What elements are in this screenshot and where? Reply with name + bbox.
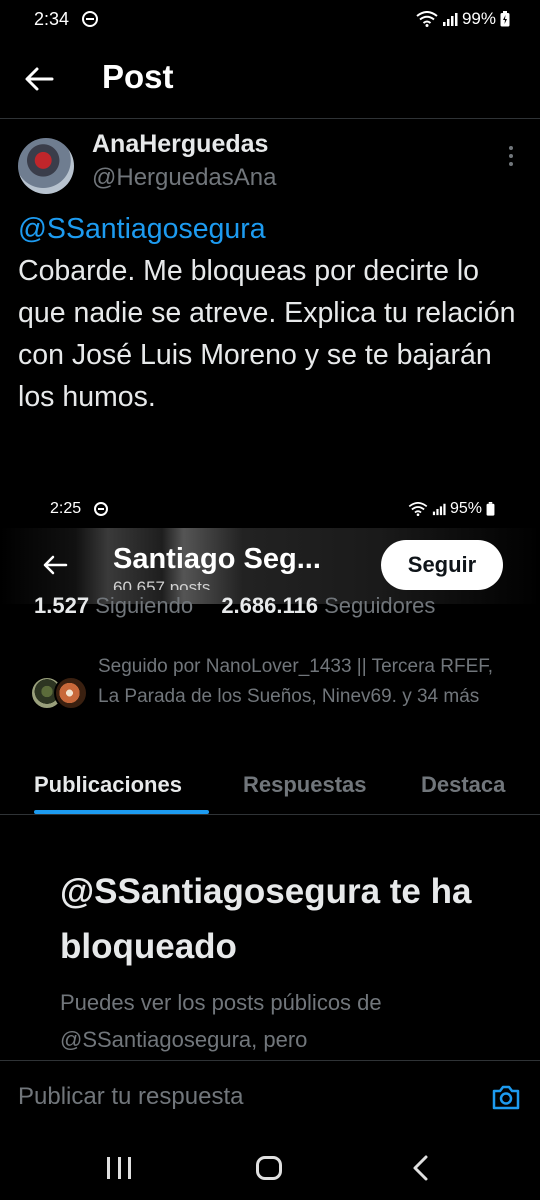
follow-button: Seguir xyxy=(381,540,503,590)
more-options-icon[interactable] xyxy=(506,146,516,170)
wifi-icon xyxy=(416,11,438,27)
signal-icon xyxy=(442,13,458,26)
status-time: 2:34 xyxy=(34,9,70,29)
home-icon[interactable] xyxy=(256,1156,282,1180)
followers-label: Seguidores xyxy=(324,593,436,618)
following-count: 1.527 xyxy=(34,593,90,618)
do-not-disturb-icon xyxy=(82,11,98,27)
post-text: @SSantiagosegura Cobarde. Me bloqueas po… xyxy=(18,208,523,418)
tab-respuestas: Respuestas xyxy=(243,772,367,797)
embedded-battery-percent: 95% xyxy=(449,500,482,517)
tabs-divider xyxy=(0,814,540,815)
avatar[interactable] xyxy=(18,138,74,194)
embedded-do-not-disturb-icon xyxy=(94,502,108,516)
follow-counts: 1.527 Siguiendo 2.686.116 Seguidores xyxy=(34,593,435,623)
system-navigation-bar xyxy=(0,1136,540,1200)
profile-tabs: Publicaciones Respuestas Destaca xyxy=(0,762,540,814)
battery-icon xyxy=(500,11,510,27)
embedded-back-arrow-icon xyxy=(43,555,68,575)
author-handle[interactable]: @HerguedasAna xyxy=(92,164,276,192)
status-indicators: 99% xyxy=(416,9,510,29)
embedded-battery-icon xyxy=(486,502,495,516)
followers-count: 2.686.116 xyxy=(221,593,318,618)
posts-count: 60.657 posts xyxy=(113,578,211,590)
reply-input[interactable]: Publicar tu respuesta xyxy=(18,1083,243,1111)
mention-link[interactable]: @SSantiagosegura xyxy=(18,213,266,245)
embedded-wifi-icon xyxy=(408,502,428,516)
blocked-title: @SSantiagosegura te ha bloqueado xyxy=(60,872,472,966)
back-arrow-icon[interactable] xyxy=(22,62,56,96)
reply-composer[interactable]: Publicar tu respuesta xyxy=(0,1060,540,1136)
post-body: Cobarde. Me bloqueas por decirte lo que … xyxy=(18,255,516,413)
followed-by-text: Seguido por NanoLover_1433 || Tercera RF… xyxy=(98,656,494,707)
battery-percent: 99% xyxy=(461,9,496,28)
profile-name: Santiago Seg... xyxy=(113,543,321,575)
camera-icon[interactable] xyxy=(491,1083,521,1111)
embedded-status-time: 2:25 xyxy=(50,500,82,517)
page-title: Post xyxy=(102,58,174,95)
embedded-status-indicators: 95% xyxy=(408,500,495,518)
tab-publicaciones: Publicaciones xyxy=(34,772,182,797)
recents-icon[interactable] xyxy=(107,1157,131,1179)
blocked-subtitle: Puedes ver los posts públicos de @SSanti… xyxy=(60,990,382,1052)
top-app-bar: Post xyxy=(0,40,540,122)
header-divider xyxy=(0,118,540,119)
author-name[interactable]: AnaHerguedas xyxy=(92,130,268,159)
embedded-signal-icon xyxy=(432,503,446,516)
following-label: Siguiendo xyxy=(95,593,194,618)
system-back-icon[interactable] xyxy=(408,1154,434,1182)
tab-destacados: Destaca xyxy=(421,772,506,797)
status-bar: 2:34 99% xyxy=(0,0,540,40)
follower-avatar xyxy=(54,676,88,710)
embedded-screenshot-image[interactable]: 2:25 95% Santiago Seg... 60.657 posts Se… xyxy=(0,492,540,1062)
followed-by-avatars xyxy=(30,676,92,712)
